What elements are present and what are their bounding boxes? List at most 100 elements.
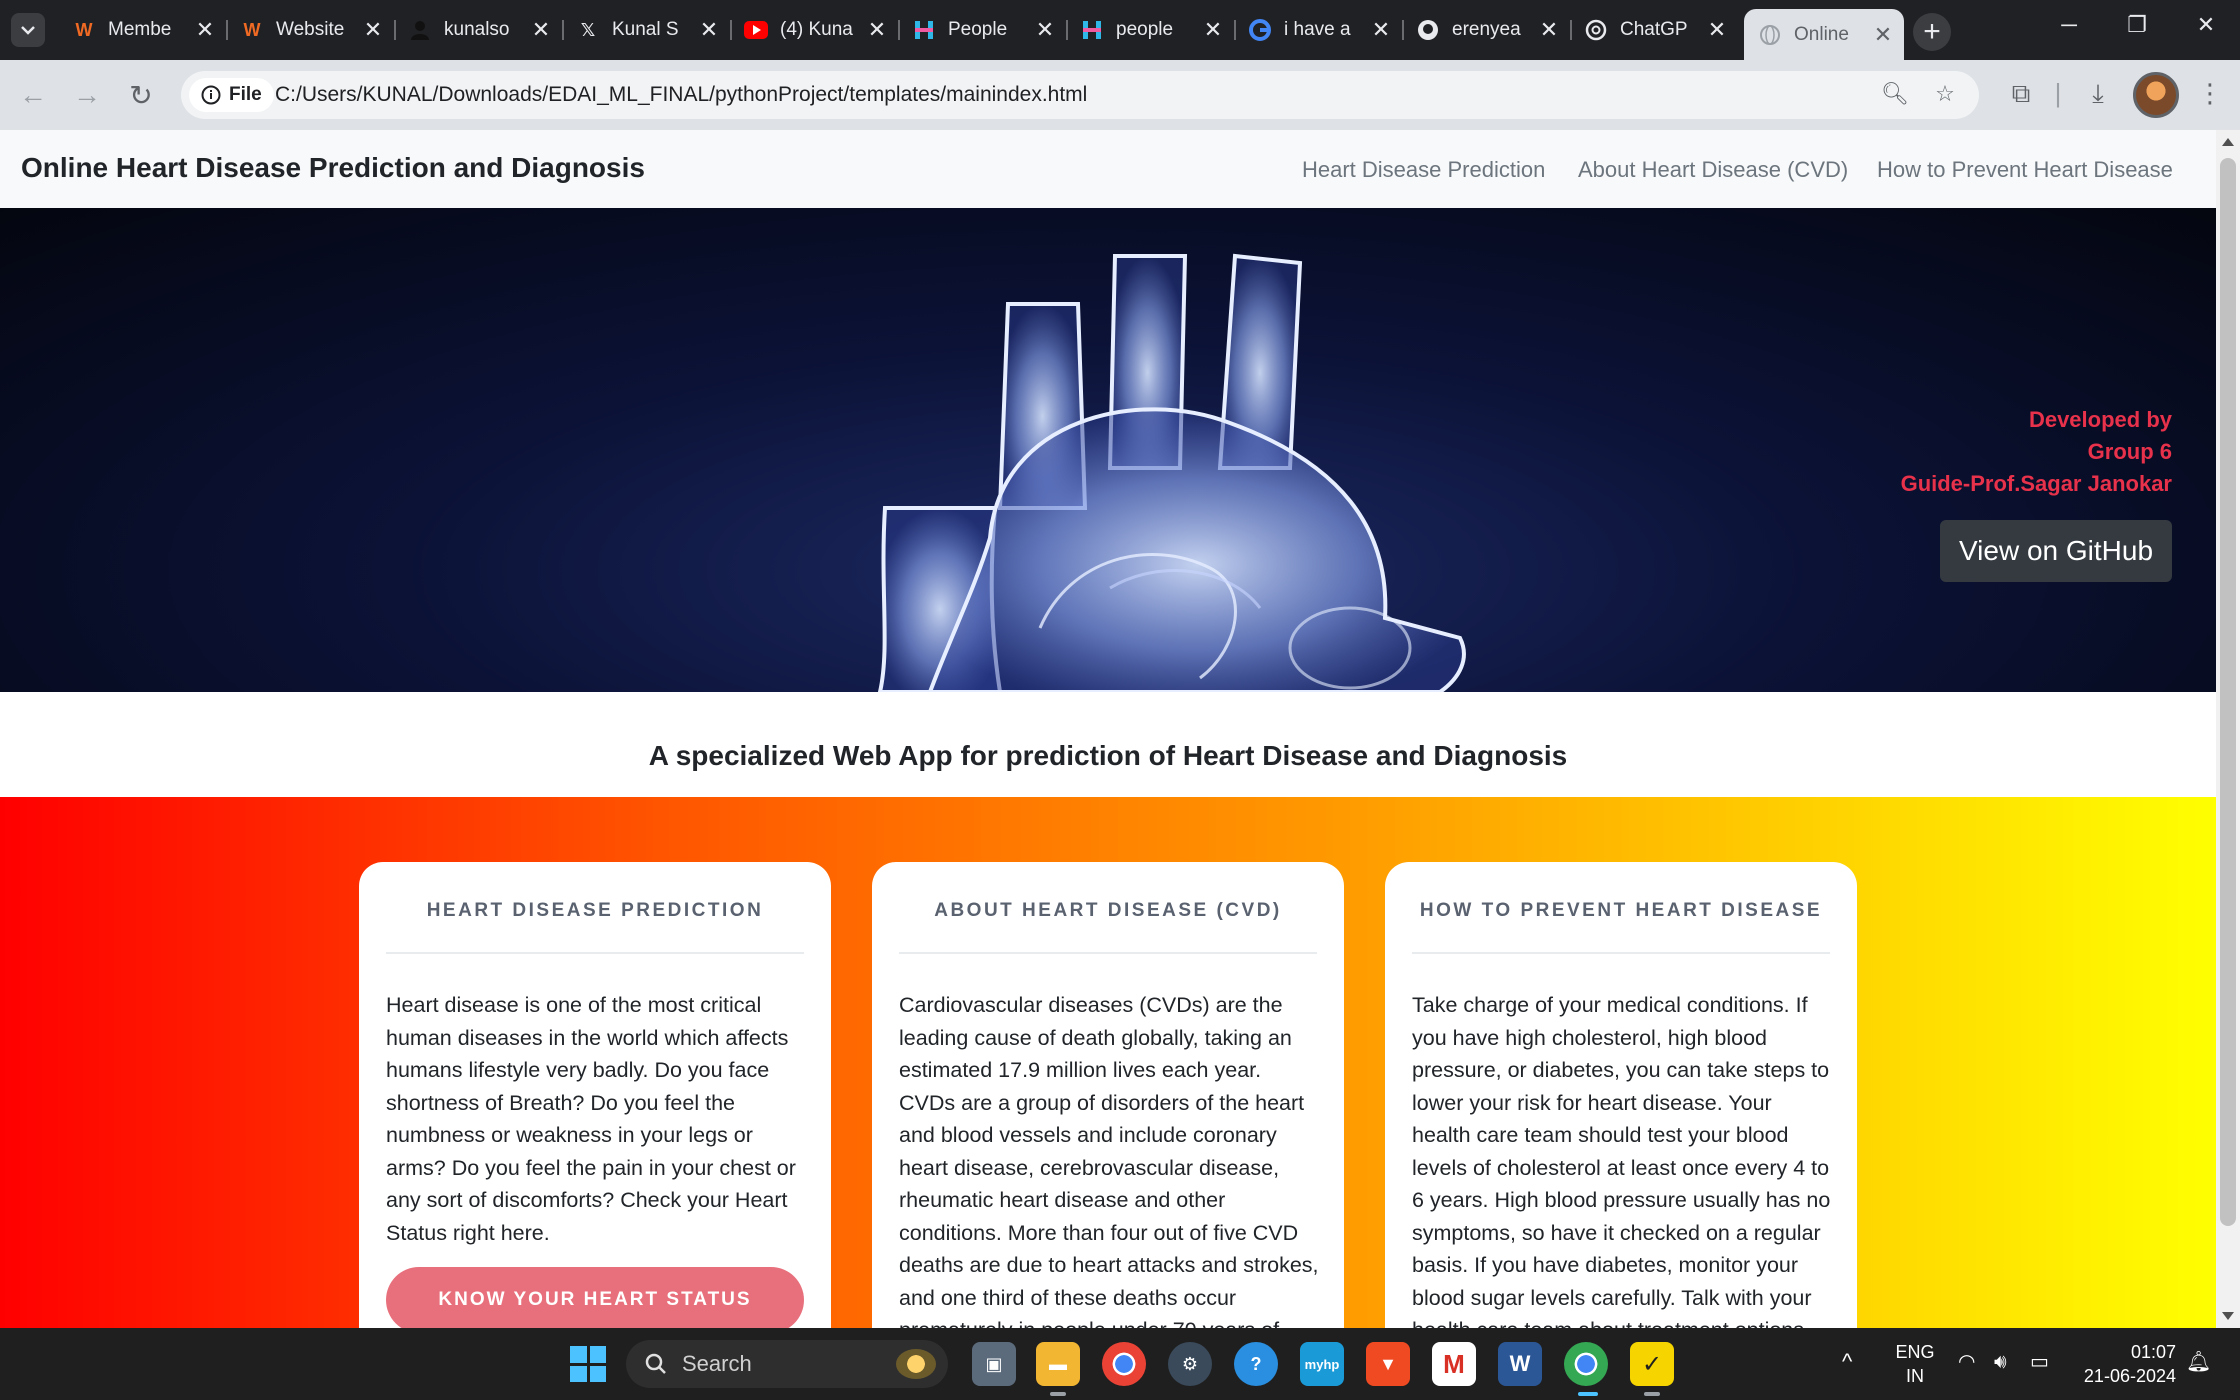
card-heart-disease-prediction: HEART DISEASE PREDICTION Heart disease i… [359,862,831,1328]
nav-link-about-heart-disease[interactable]: About Heart Disease (CVD) [1578,157,1848,183]
windows-start-icon[interactable] [570,1346,606,1382]
close-icon[interactable]: ✕ [1034,17,1056,43]
developer-credits: Developed by Group 6 Guide-Prof.Sagar Ja… [1901,404,2172,500]
cards-section: HEART DISEASE PREDICTION Heart disease i… [0,797,2216,1328]
group-label: Group 6 [2087,439,2172,464]
card-prevent-heart-disease: HOW TO PREVENT HEART DISEASE Take charge… [1385,862,1857,1328]
tab-title: erenyea [1452,19,1521,40]
developed-by-label: Developed by [2028,407,2172,432]
chatgpt-icon [1584,18,1608,42]
close-window-icon[interactable]: ✕ [2186,12,2226,38]
browser-tab[interactable]: W Website ✕ [226,9,396,51]
url-text[interactable]: C:/Users/KUNAL/Downloads/EDAI_ML_FINAL/p… [275,83,1087,107]
active-indicator [1050,1392,1066,1396]
browser-tab[interactable]: kunalso ✕ [394,9,564,51]
address-chip-label: File [229,84,262,105]
close-icon[interactable]: ✕ [362,17,384,43]
language-code: ENG [1895,1342,1935,1362]
volume-icon[interactable]: 🔊︎ [1994,1350,2007,1374]
back-arrow-icon[interactable]: ← [14,76,52,114]
guide-label: Guide-Prof.Sagar Janokar [1900,471,2172,496]
card-body: Take charge of your medical conditions. … [1412,993,1831,1328]
restore-icon[interactable]: ❐ [2117,12,2157,38]
site-brand[interactable]: Online Heart Disease Prediction and Diag… [21,152,645,184]
close-icon[interactable]: ✕ [1538,17,1560,43]
task-view-icon[interactable]: ▣ [972,1342,1016,1386]
scroll-down-arrow-icon[interactable] [2222,1312,2234,1320]
close-icon[interactable]: ✕ [1872,22,1894,48]
close-icon[interactable]: ✕ [1202,17,1224,43]
extensions-icon[interactable]: ⧉ [2003,78,2039,110]
tab-title: ChatGP [1620,19,1688,40]
chrome-profile-icon[interactable] [1564,1342,1608,1386]
card-divider [1412,952,1830,954]
download-icon[interactable]: ⤓ [2080,78,2116,110]
scroll-thumb[interactable] [2220,158,2236,1226]
browser-tab-active[interactable]: Online ✕ [1744,9,1904,60]
nav-link-prevent-heart-disease[interactable]: How to Prevent Heart Disease [1877,157,2173,183]
close-icon[interactable]: ✕ [866,17,888,43]
site-info-chip[interactable]: File [189,78,274,112]
scroll-up-arrow-icon[interactable] [2222,138,2234,146]
browser-tab[interactable]: ChatGP ✕ [1570,9,1738,51]
tab-title: People [948,19,1008,40]
tab-title: (4) Kuna [780,19,853,40]
tab-search-button[interactable] [11,13,45,47]
browser-tab[interactable]: W Membe ✕ [58,9,228,51]
chevron-down-icon [21,26,35,35]
word-icon[interactable]: W [1498,1342,1542,1386]
bookmark-star-icon[interactable]: ☆ [1931,81,1959,109]
sticky-tasks-icon[interactable]: ✓ [1630,1342,1674,1386]
browser-tab[interactable]: i have a ✕ [1234,9,1404,51]
hp-icon [1080,18,1104,42]
clock-date: 21-06-2024 [2083,1366,2176,1386]
brave-icon[interactable]: ▼ [1366,1342,1410,1386]
notifications-icon[interactable]: 🔔︎ [2186,1350,2211,1374]
nav-link-heart-disease-prediction[interactable]: Heart Disease Prediction [1302,157,1545,183]
tray-chevron-up-icon[interactable]: ^ [1842,1350,1852,1374]
zoom-icon[interactable]: 🔍︎ [1881,81,1909,109]
new-tab-button[interactable]: + [1913,13,1951,51]
close-icon[interactable]: ✕ [194,17,216,43]
chrome-icon[interactable] [1102,1342,1146,1386]
close-icon[interactable]: ✕ [1706,17,1728,43]
battery-icon[interactable]: ▭ [2030,1350,2049,1374]
close-icon[interactable]: ✕ [698,17,720,43]
browser-tab[interactable]: 𝕏 Kunal S ✕ [562,9,732,51]
tab-title: Website [276,19,345,40]
file-explorer-icon[interactable]: ▬ [1036,1342,1080,1386]
wifi-icon[interactable]: ◠ [1958,1350,1975,1374]
reload-icon[interactable]: ↻ [122,76,160,114]
active-indicator [1578,1392,1598,1396]
search-label: Search [682,1351,752,1376]
page-viewport: Online Heart Disease Prediction and Diag… [0,130,2240,1328]
minimize-icon[interactable]: ─ [2049,12,2089,38]
browser-tab[interactable]: (4) Kuna ✕ [730,9,900,51]
address-bar[interactable]: File C:/Users/KUNAL/Downloads/EDAI_ML_FI… [181,71,1979,119]
browser-tab[interactable]: People ✕ [898,9,1068,51]
close-icon[interactable]: ✕ [530,17,552,43]
taskbar-search[interactable]: Search [626,1340,948,1388]
browser-tab[interactable]: erenyea ✕ [1402,9,1572,51]
forward-arrow-icon[interactable]: → [68,76,106,114]
myhp-icon[interactable]: myhp [1300,1342,1344,1386]
youtube-icon [744,18,768,42]
clock[interactable]: 01:07 21-06-2024 [2076,1340,2176,1388]
clock-time: 01:07 [2130,1342,2176,1362]
know-your-heart-status-button[interactable]: KNOW YOUR HEART STATUS [386,1267,804,1328]
close-icon[interactable]: ✕ [1370,17,1392,43]
page-scrollbar[interactable] [2216,130,2240,1328]
card-title: HOW TO PREVENT HEART DISEASE [1419,900,1823,921]
help-icon[interactable]: ? [1234,1342,1278,1386]
card-body: Heart disease is one of the most critica… [386,993,796,1245]
card-divider [899,952,1317,954]
browser-tab[interactable]: people ✕ [1066,9,1236,51]
menu-kebab-icon[interactable]: ⋮ [2192,78,2228,109]
view-on-github-button[interactable]: View on GitHub [1940,520,2172,582]
language-indicator[interactable]: ENG IN [1890,1340,1940,1388]
gmail-icon[interactable]: M [1432,1342,1476,1386]
settings-gear-icon[interactable]: ⚙ [1168,1342,1212,1386]
tab-title: Membe [108,19,172,40]
avatar[interactable] [2133,72,2179,118]
card-body: Cardiovascular diseases (CVDs) are the l… [899,993,1319,1328]
